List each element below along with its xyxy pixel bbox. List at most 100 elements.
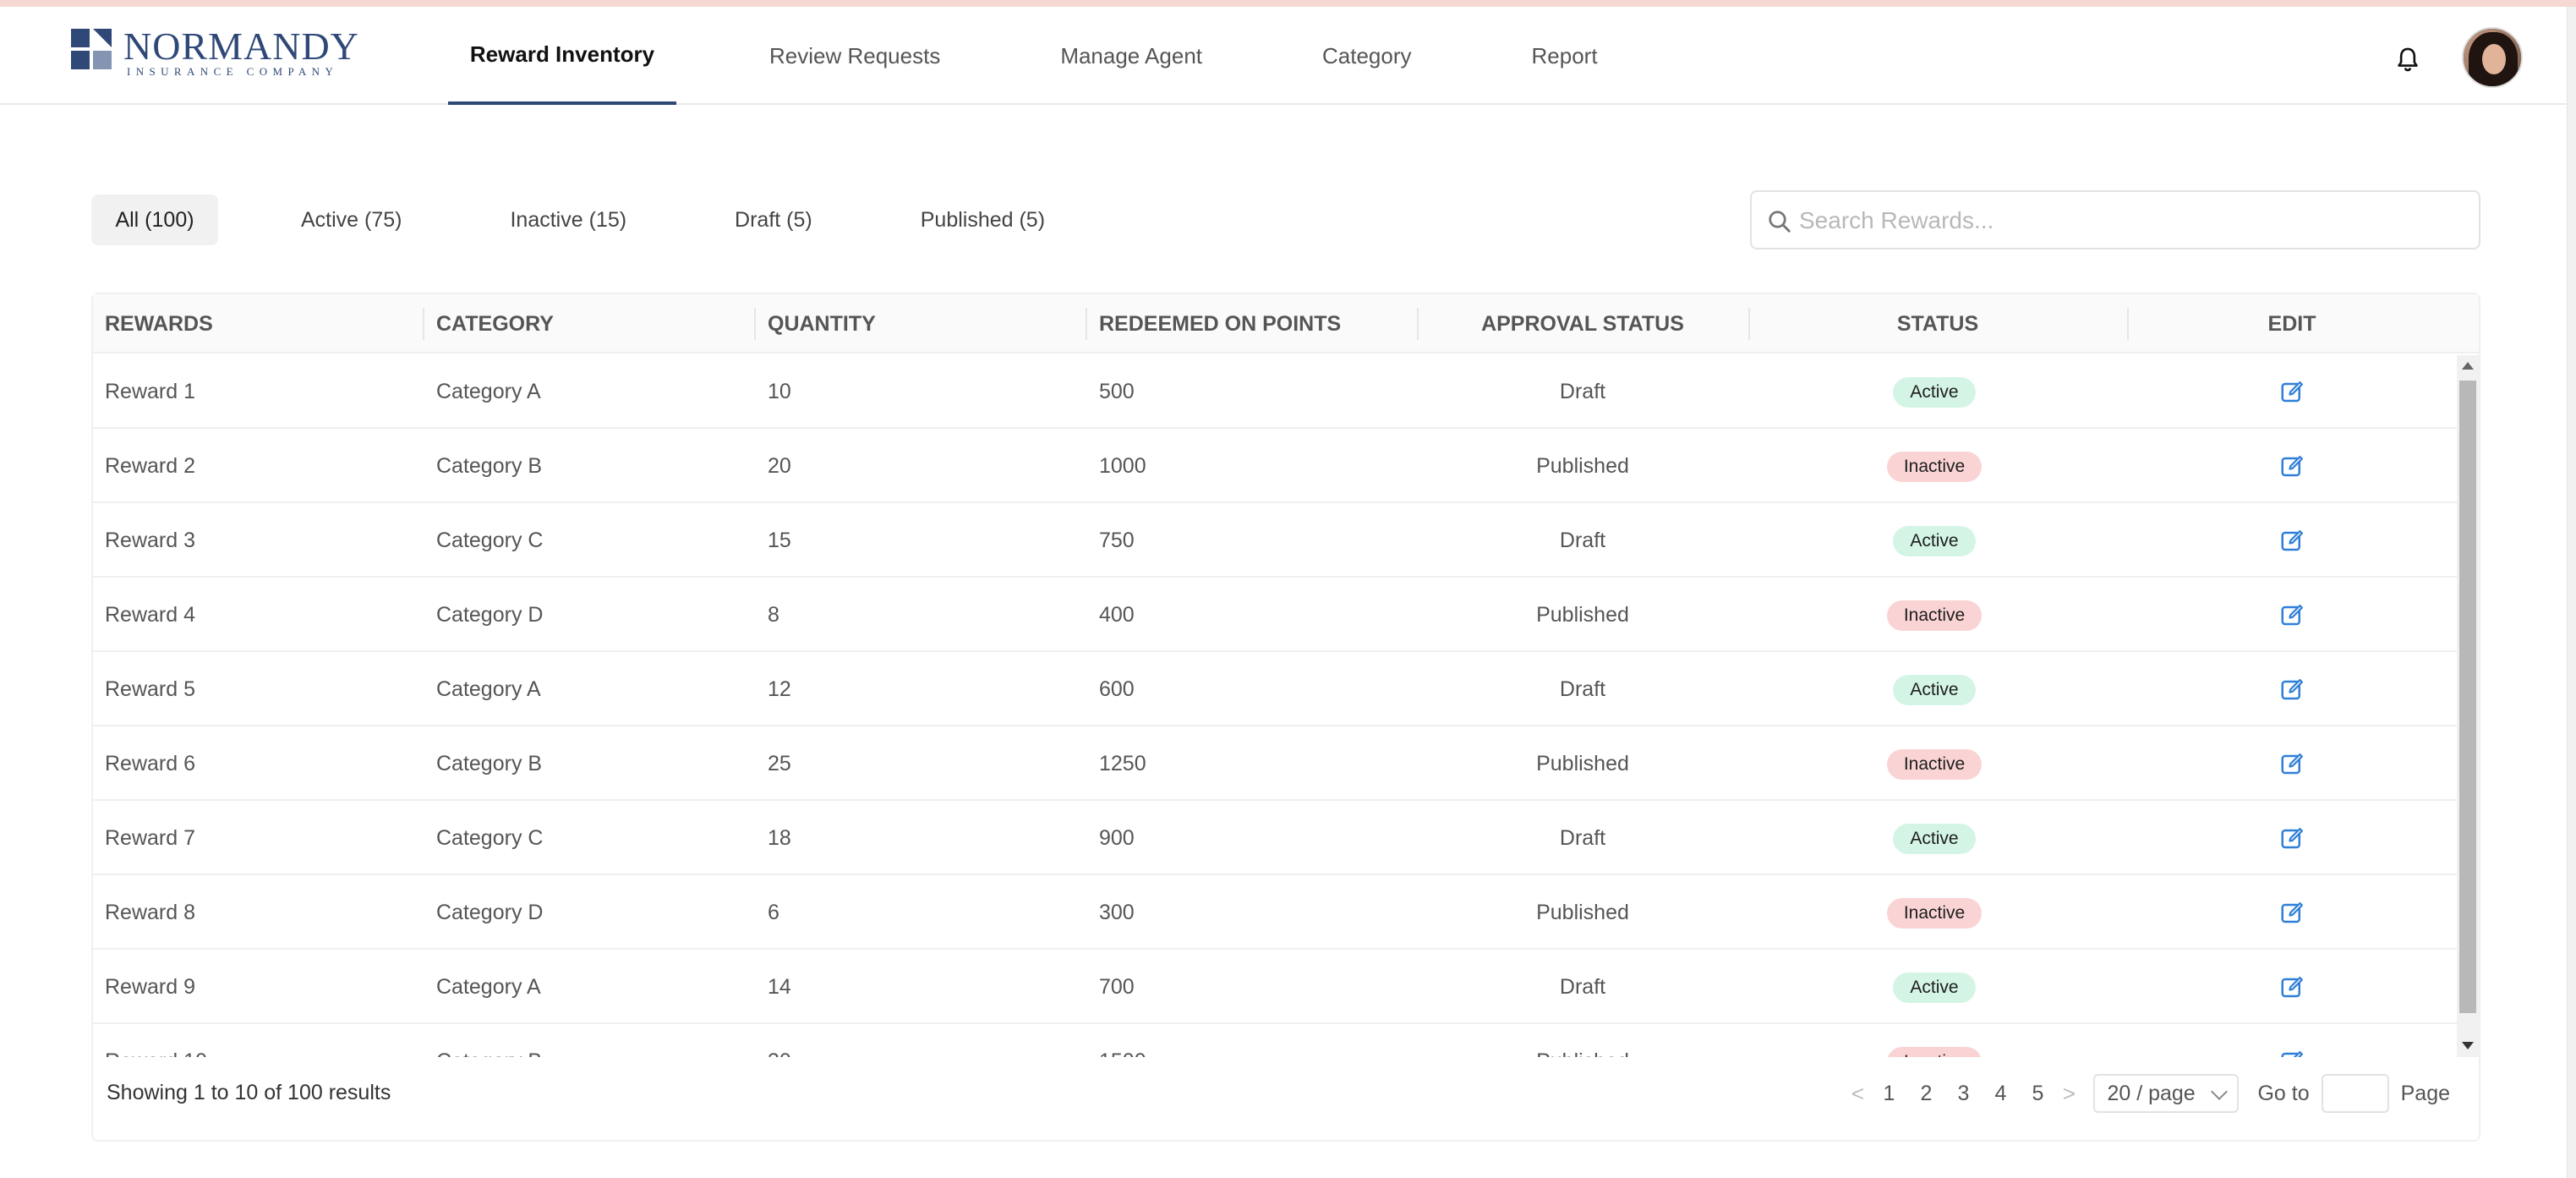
cell-category: Category D xyxy=(436,603,544,627)
cell-category: Category B xyxy=(436,752,543,775)
cell-approval-status: Draft xyxy=(1559,677,1606,701)
cell-edit xyxy=(2127,876,2457,950)
cell-edit xyxy=(2127,578,2457,652)
prev-page-icon[interactable]: < xyxy=(1845,1081,1870,1107)
cell-reward: Reward 4 xyxy=(105,603,195,627)
cell-reward: Reward 7 xyxy=(105,826,195,850)
edit-icon[interactable] xyxy=(2279,529,2305,554)
page-number[interactable]: 1 xyxy=(1870,1082,1907,1106)
scroll-thumb[interactable] xyxy=(2459,381,2476,1013)
table-row[interactable]: Reward 8 Category D 6 300 Published Inactive xyxy=(93,876,2460,950)
page-size-value: 20 / page xyxy=(2107,1081,2196,1105)
goto-page-input[interactable] xyxy=(2321,1074,2389,1113)
goto-label: Go to xyxy=(2257,1081,2310,1105)
filter-inactive[interactable]: Inactive (15) xyxy=(510,195,626,245)
table-row[interactable]: Reward 3 Category C 15 750 Draft Active xyxy=(93,504,2460,578)
logo-mark xyxy=(71,29,113,71)
edit-icon[interactable] xyxy=(2279,975,2305,1000)
status-badge: Inactive xyxy=(1886,451,1983,482)
scroll-up-arrow-icon[interactable] xyxy=(2462,362,2474,370)
top-accent-strip xyxy=(0,0,2576,7)
cell-status: Inactive xyxy=(1748,1025,2120,1057)
page-number[interactable]: 2 xyxy=(1907,1082,1944,1106)
company-logo[interactable]: NORMANDY INSURANCE COMPANY xyxy=(71,27,358,81)
avatar[interactable] xyxy=(2462,27,2523,88)
cell-status: Inactive xyxy=(1748,430,2120,503)
cell-reward: Reward 10 xyxy=(105,1025,207,1057)
search-box xyxy=(1750,190,2480,249)
cell-reward: Reward 8 xyxy=(105,901,195,924)
cell-category: Category D xyxy=(436,901,544,924)
status-badge: Inactive xyxy=(1886,897,1983,929)
search-icon xyxy=(1769,211,1791,233)
filter-all[interactable]: All (100) xyxy=(91,195,218,245)
cell-approval-status: Draft xyxy=(1559,975,1606,999)
cell-category: Category C xyxy=(436,529,544,552)
nav-reward-inventory[interactable]: Reward Inventory xyxy=(448,7,676,105)
cell-approval-status: Published xyxy=(1536,901,1629,924)
column-header-edit[interactable]: EDIT xyxy=(2127,294,2457,353)
scroll-down-arrow-icon[interactable] xyxy=(2462,1042,2474,1049)
status-badge: Inactive xyxy=(1886,600,1983,631)
table-row[interactable]: Reward 10 Category B 30 1500 Published Inacti… xyxy=(93,1025,2460,1057)
column-header-rewards[interactable]: REWARDS xyxy=(105,294,213,353)
table-scrollbar[interactable] xyxy=(2457,355,2479,1057)
cell-points: 750 xyxy=(1099,529,1135,552)
page-number[interactable]: 3 xyxy=(1944,1082,1982,1106)
cell-category: Category B xyxy=(436,454,543,478)
edit-icon[interactable] xyxy=(2279,1049,2305,1058)
cell-reward: Reward 6 xyxy=(105,752,195,775)
page-scrollbar[interactable] xyxy=(2567,7,2576,1178)
search-input[interactable] xyxy=(1799,200,2458,241)
edit-icon[interactable] xyxy=(2279,752,2305,777)
filter-active[interactable]: Active (75) xyxy=(301,195,402,245)
cell-edit xyxy=(2127,802,2457,875)
table-row[interactable]: Reward 7 Category C 18 900 Draft Active xyxy=(93,802,2460,875)
edit-icon[interactable] xyxy=(2279,603,2305,628)
cell-quantity: 6 xyxy=(768,901,779,924)
column-header-status[interactable]: STATUS xyxy=(1748,294,2127,353)
status-badge: Inactive xyxy=(1886,1046,1983,1057)
logo-subtitle: INSURANCE COMPANY xyxy=(127,65,339,78)
page-size-select[interactable]: 20 / page xyxy=(2093,1074,2240,1113)
edit-icon[interactable] xyxy=(2279,901,2305,926)
table-body: Reward 1 Category A 10 500 Draft Active Reward… xyxy=(93,355,2460,1057)
table-row[interactable]: Reward 9 Category A 14 700 Draft Active xyxy=(93,951,2460,1024)
column-header-category[interactable]: CATEGORY xyxy=(436,294,554,353)
page-number[interactable]: 4 xyxy=(1982,1082,2019,1106)
edit-icon[interactable] xyxy=(2279,677,2305,703)
column-header-quantity[interactable]: QUANTITY xyxy=(768,294,876,353)
edit-icon[interactable] xyxy=(2279,454,2305,479)
edit-icon[interactable] xyxy=(2279,380,2305,405)
next-page-icon[interactable]: > xyxy=(2056,1081,2081,1107)
bell-icon[interactable] xyxy=(2394,46,2421,74)
nav-report[interactable]: Report xyxy=(1532,7,1598,105)
cell-reward: Reward 9 xyxy=(105,975,195,999)
column-header-redeemed-points[interactable]: REDEEMED ON POINTS xyxy=(1099,294,1341,353)
cell-status: Inactive xyxy=(1748,578,2120,652)
cell-category: Category A xyxy=(436,380,541,403)
cell-category: Category A xyxy=(436,677,541,701)
cell-points: 300 xyxy=(1099,901,1135,924)
main-nav: Reward Inventory Review Requests Manage … xyxy=(448,7,1598,105)
cell-quantity: 8 xyxy=(768,603,779,627)
page-number[interactable]: 5 xyxy=(2019,1082,2056,1106)
column-header-approval-status[interactable]: APPROVAL STATUS xyxy=(1417,294,1748,353)
nav-category[interactable]: Category xyxy=(1322,7,1412,105)
table-row[interactable]: Reward 5 Category A 12 600 Draft Active xyxy=(93,653,2460,726)
cell-approval-status: Published xyxy=(1536,454,1629,478)
table-row[interactable]: Reward 4 Category D 8 400 Published Inactive xyxy=(93,578,2460,652)
cell-points: 500 xyxy=(1099,380,1135,403)
filter-published[interactable]: Published (5) xyxy=(921,195,1045,245)
table-row[interactable]: Reward 1 Category A 10 500 Draft Active xyxy=(93,355,2460,429)
table-row[interactable]: Reward 2 Category B 20 1000 Published Inactiv… xyxy=(93,430,2460,503)
status-badge: Active xyxy=(1893,823,1976,854)
table-row[interactable]: Reward 6 Category B 25 1250 Published Inactiv… xyxy=(93,727,2460,801)
cell-quantity: 12 xyxy=(768,677,791,701)
edit-icon[interactable] xyxy=(2279,826,2305,852)
cell-category: Category C xyxy=(436,826,544,850)
cell-category: Category B xyxy=(436,1025,542,1057)
filter-draft[interactable]: Draft (5) xyxy=(735,195,812,245)
nav-manage-agent[interactable]: Manage Agent xyxy=(1060,7,1202,105)
nav-review-requests[interactable]: Review Requests xyxy=(769,7,940,105)
